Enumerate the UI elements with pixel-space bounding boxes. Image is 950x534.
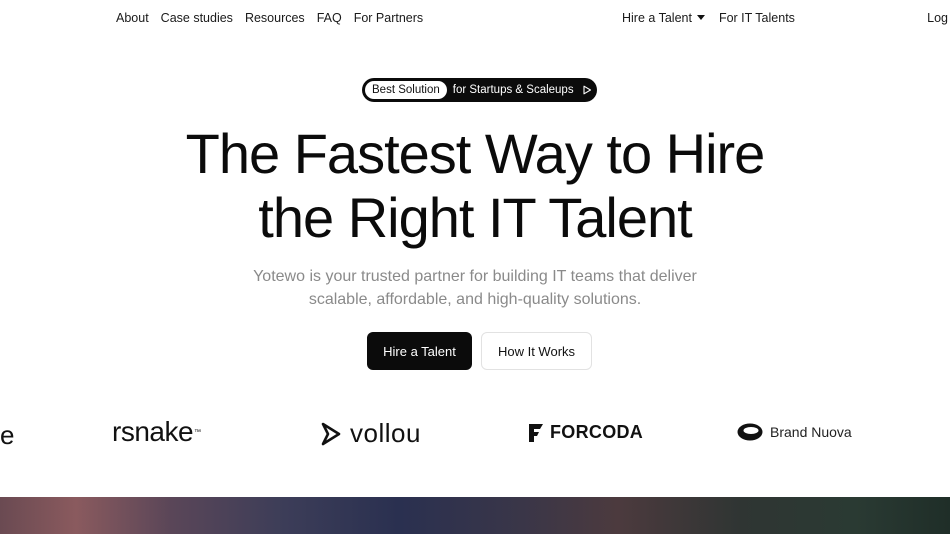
forcoda-logo-text: FORCODA: [550, 422, 644, 442]
nav-right-group: Hire a Talent For IT Talents: [622, 11, 795, 25]
nav-login-link[interactable]: Log: [927, 11, 948, 25]
hero-announcement-pill[interactable]: Best Solution for Startups & Scaleups: [362, 78, 597, 102]
nav-hire-talent-dropdown[interactable]: Hire a Talent: [622, 11, 705, 25]
brand-nuova-logo-text: Brand Nuova: [770, 424, 852, 440]
hero-headline: The Fastest Way to Hire the Right IT Tal…: [0, 122, 950, 250]
top-navigation: About Case studies Resources FAQ For Par…: [0, 0, 950, 36]
headline-line-1: The Fastest Way to Hire: [185, 122, 766, 185]
vollou-arrow-icon: [320, 422, 342, 446]
nav-left-group: About Case studies Resources FAQ For Par…: [116, 11, 423, 25]
play-icon: [582, 84, 593, 96]
forcoda-logo: FORCODA: [528, 422, 643, 443]
hire-a-talent-button[interactable]: Hire a Talent: [367, 332, 472, 370]
vollou-logo-text: vollou: [350, 418, 421, 448]
nav-faq-link[interactable]: FAQ: [317, 11, 342, 25]
nav-case-studies-link[interactable]: Case studies: [161, 11, 233, 25]
subtitle-line-2: scalable, affordable, and high-quality s…: [308, 291, 642, 308]
best-solution-badge: Best Solution: [365, 81, 447, 99]
caret-down-icon: [696, 15, 705, 20]
nav-about-link[interactable]: About: [116, 11, 149, 25]
gradient-banner: [0, 497, 950, 534]
nav-resources-link[interactable]: Resources: [245, 11, 305, 25]
brand-nuova-logo: Brand Nuova: [736, 422, 852, 442]
trademark-mark: ™: [194, 428, 201, 436]
nav-for-it-talents-link[interactable]: For IT Talents: [719, 11, 795, 25]
brand-nuova-ring-icon: [736, 422, 764, 442]
pill-text: for Startups & Scaleups: [452, 84, 574, 96]
how-it-works-button[interactable]: How It Works: [481, 332, 592, 370]
nav-hire-talent-label: Hire a Talent: [622, 11, 692, 25]
vollou-logo: vollou: [320, 418, 421, 449]
forcoda-mark-icon: [528, 423, 544, 443]
rsnake-logo-text: rsnake: [112, 416, 194, 447]
hero-subtitle: Yotewo is your trusted partner for build…: [0, 265, 950, 311]
headline-line-2: the Right IT Talent: [258, 186, 692, 249]
rsnake-logo: rsnake ™: [112, 416, 201, 448]
nav-for-partners-link[interactable]: For Partners: [354, 11, 423, 25]
partial-logo: e: [0, 420, 15, 450]
client-logos-strip: e rsnake ™ vollou FORCODA Brand Nuova: [0, 412, 950, 456]
subtitle-line-1: Yotewo is your trusted partner for build…: [253, 268, 697, 285]
